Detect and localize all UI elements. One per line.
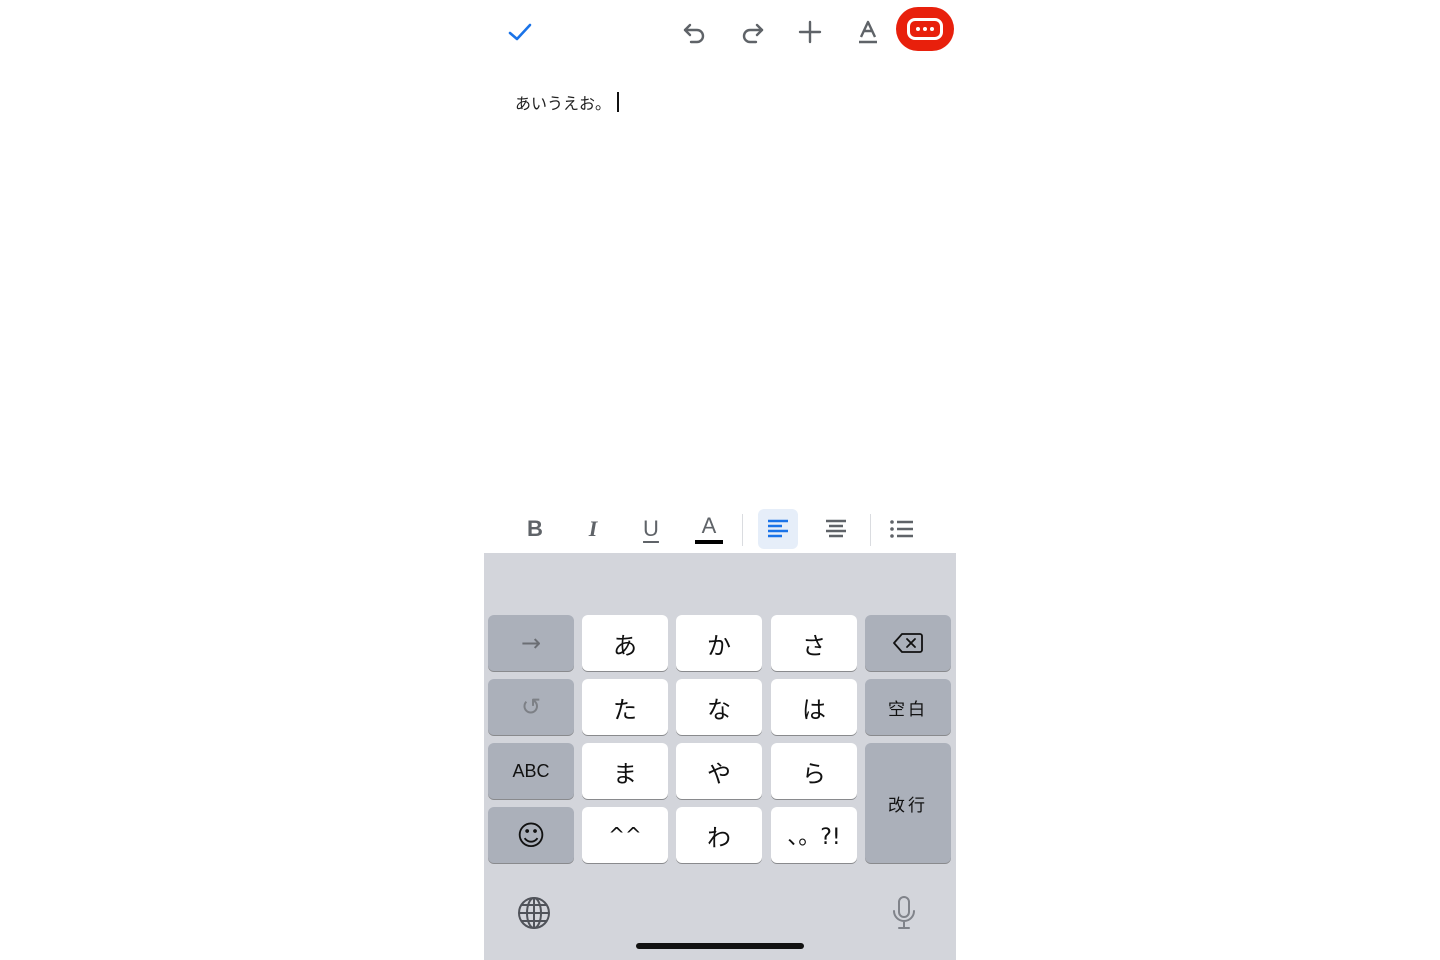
italic-button[interactable]: I (573, 509, 613, 549)
bulleted-list-icon (890, 520, 913, 538)
delete-key[interactable] (865, 615, 951, 671)
bulleted-list-button[interactable] (882, 509, 922, 549)
key-punctuation[interactable]: 、。?! (771, 807, 857, 863)
italic-icon: I (588, 516, 598, 541)
redo-icon[interactable] (732, 12, 772, 52)
home-indicator (636, 943, 804, 949)
key-sa[interactable]: さ (771, 615, 857, 671)
text-format-icon[interactable] (848, 12, 888, 52)
globe-icon[interactable] (514, 893, 554, 933)
align-center-button[interactable] (816, 509, 856, 549)
emoji-key[interactable]: ☺ (488, 807, 574, 863)
bold-button[interactable]: B (515, 509, 555, 549)
key-kaomoji[interactable]: ^^ (582, 807, 668, 863)
underline-icon: U (643, 516, 659, 541)
abc-key[interactable]: ABC (488, 743, 574, 799)
more-options-button[interactable] (896, 7, 954, 51)
key-wa[interactable]: わ (676, 807, 762, 863)
bold-icon: B (527, 516, 543, 541)
plus-icon[interactable] (790, 12, 830, 52)
key-na[interactable]: な (676, 679, 762, 735)
app-screen: あいうえお。 B I U A → あ か さ ↺ た な は 空白 ABC ま … (484, 0, 956, 960)
key-ka[interactable]: か (676, 615, 762, 671)
text-color-icon: A (701, 512, 717, 538)
backspace-icon (893, 633, 923, 653)
undo-key[interactable]: ↺ (488, 679, 574, 735)
underline-button[interactable]: U (631, 509, 671, 549)
text-color-swatch (695, 539, 723, 544)
key-ma[interactable]: ま (582, 743, 668, 799)
format-toolbar: B I U A (484, 506, 956, 552)
arrow-key[interactable]: → (488, 615, 574, 671)
more-options-icon (907, 18, 943, 40)
align-center-icon (826, 519, 846, 538)
undo-icon[interactable] (675, 12, 715, 52)
align-left-icon (768, 519, 788, 538)
text-color-button[interactable]: A (689, 509, 729, 549)
key-ra[interactable]: ら (771, 743, 857, 799)
key-ha[interactable]: は (771, 679, 857, 735)
key-a[interactable]: あ (582, 615, 668, 671)
align-left-button[interactable] (758, 509, 798, 549)
microphone-icon[interactable] (884, 893, 924, 933)
key-ta[interactable]: た (582, 679, 668, 735)
document-text: あいうえお。 (515, 94, 612, 113)
japanese-keyboard: → あ か さ ↺ た な は 空白 ABC ま や ら 改行 ☺ ^^ わ 、… (484, 553, 956, 960)
text-cursor (617, 92, 620, 112)
space-key[interactable]: 空白 (865, 679, 951, 735)
check-icon[interactable] (500, 12, 540, 52)
key-ya[interactable]: や (676, 743, 762, 799)
return-key[interactable]: 改行 (865, 743, 951, 863)
divider (742, 514, 743, 546)
divider (870, 514, 871, 546)
document-body[interactable]: あいうえお。 (515, 90, 620, 114)
